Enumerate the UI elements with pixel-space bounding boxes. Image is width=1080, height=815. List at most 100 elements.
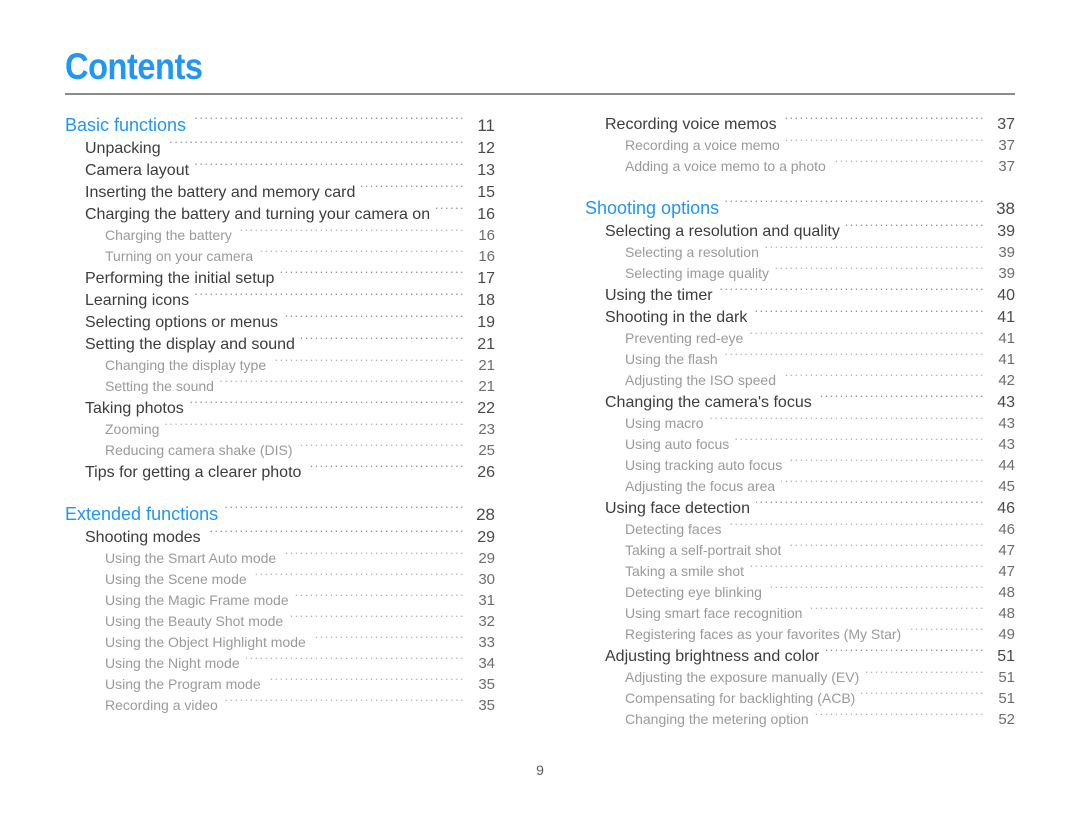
toc-entry[interactable]: Using face detection 46 xyxy=(605,497,1015,519)
toc-entry-label: Camera layout xyxy=(85,162,190,179)
toc-entry[interactable]: Turning on your camera 16 xyxy=(105,246,495,267)
toc-entry-label: Changing the camera's focus xyxy=(605,394,812,411)
toc-section-entry[interactable]: Extended functions 28 xyxy=(65,502,495,526)
toc-entry[interactable]: Using the Program mode 35 xyxy=(105,674,495,695)
toc-entry[interactable]: Learning icons 18 xyxy=(85,289,495,311)
toc-entry[interactable]: Using the Beauty Shot mode 32 xyxy=(105,611,495,632)
toc-entry-label: Using the Magic Frame mode xyxy=(105,592,289,608)
toc-entry[interactable]: Reducing camera shake (DIS) 25 xyxy=(105,440,495,461)
toc-entry[interactable]: Zooming 23 xyxy=(105,419,495,440)
dot-leader xyxy=(267,675,465,689)
toc-entry-page-number: 15 xyxy=(477,184,495,201)
toc-entry[interactable]: Selecting image quality 39 xyxy=(625,263,1015,284)
toc-entry[interactable]: Adjusting the ISO speed 42 xyxy=(625,370,1015,391)
toc-section-entry[interactable]: Shooting options 38 xyxy=(585,196,1015,220)
dot-leader xyxy=(284,311,465,327)
dot-leader xyxy=(282,549,465,563)
toc-entry[interactable]: Using the Object Highlight mode 33 xyxy=(105,632,495,653)
toc-entry[interactable]: Compensating for backlighting (ACB) 51 xyxy=(625,688,1015,709)
toc-entry-label: Detecting eye blinking xyxy=(625,584,762,600)
toc-entry[interactable]: Detecting eye blinking 48 xyxy=(625,582,1015,603)
toc-entry[interactable]: Selecting a resolution and quality 39 xyxy=(605,220,1015,242)
toc-entry[interactable]: Shooting in the dark 41 xyxy=(605,306,1015,328)
toc-entry-label: Unpacking xyxy=(85,140,161,157)
toc-entry-label: Setting the display and sound xyxy=(85,336,295,353)
toc-entry[interactable]: Using the flash 41 xyxy=(625,349,1015,370)
toc-entry[interactable]: Using the Smart Auto mode 29 xyxy=(105,548,495,569)
dot-leader xyxy=(710,414,985,428)
toc-entry[interactable]: Recording a voice memo 37 xyxy=(625,135,1015,156)
toc-entry[interactable]: Changing the camera's focus 43 xyxy=(605,391,1015,413)
toc-entry-page-number: 47 xyxy=(998,563,1015,580)
dot-leader xyxy=(207,526,465,542)
toc-entry-label: Shooting options xyxy=(585,198,720,218)
toc-entry-label: Using auto focus xyxy=(625,436,730,452)
toc-entry-label: Using the Program mode xyxy=(105,676,261,692)
toc-entry[interactable]: Adjusting the exposure manually (EV) 51 xyxy=(625,667,1015,688)
toc-entry-page-number: 37 xyxy=(998,137,1015,154)
toc-entry[interactable]: Setting the display and sound 21 xyxy=(85,333,495,355)
toc-entry[interactable]: Selecting a resolution 39 xyxy=(625,242,1015,263)
toc-entry-page-number: 33 xyxy=(478,634,495,651)
dot-leader xyxy=(781,477,985,491)
toc-entry[interactable]: Detecting faces 46 xyxy=(625,519,1015,540)
toc-entry-page-number: 46 xyxy=(998,521,1015,538)
toc-section-entry[interactable]: Basic functions 11 xyxy=(65,113,495,137)
toc-entry-page-number: 48 xyxy=(998,605,1015,622)
toc-entry[interactable]: Taking photos 22 xyxy=(85,397,495,419)
toc-entry-page-number: 16 xyxy=(477,206,495,223)
toc-entry[interactable]: Registering faces as your favorites (My … xyxy=(625,624,1015,645)
toc-entry[interactable]: Taking a self-portrait shot 47 xyxy=(625,540,1015,561)
toc-entry-page-number: 39 xyxy=(998,244,1015,261)
toc-entry[interactable]: Performing the initial setup 17 xyxy=(85,267,495,289)
toc-entry-label: Recording a video xyxy=(105,697,218,713)
toc-entry[interactable]: Taking a smile shot 47 xyxy=(625,561,1015,582)
contents-page: Contents Basic functions 11 Unpacking 12 Cam… xyxy=(0,0,1080,815)
dot-leader xyxy=(832,157,985,171)
toc-entry[interactable]: Tips for getting a clearer photo 26 xyxy=(85,461,495,483)
toc-entry[interactable]: Charging the battery 16 xyxy=(105,225,495,246)
toc-entry-page-number: 41 xyxy=(998,330,1015,347)
toc-entry[interactable]: Using smart face recognition 48 xyxy=(625,603,1015,624)
toc-entry[interactable]: Using tracking auto focus 44 xyxy=(625,455,1015,476)
dot-leader xyxy=(753,306,985,322)
dot-leader xyxy=(312,633,465,647)
toc-entry[interactable]: Preventing red-eye 41 xyxy=(625,328,1015,349)
toc-entry[interactable]: Changing the display type 21 xyxy=(105,355,495,376)
toc-entry[interactable]: Adjusting the focus area 45 xyxy=(625,476,1015,497)
dot-leader xyxy=(765,243,985,257)
title-divider xyxy=(65,93,1015,95)
toc-entry[interactable]: Unpacking 12 xyxy=(85,137,495,159)
toc-entry[interactable]: Setting the sound 21 xyxy=(105,376,495,397)
toc-entry[interactable]: Using the Scene mode 30 xyxy=(105,569,495,590)
toc-entry[interactable]: Shooting modes 29 xyxy=(85,526,495,548)
toc-entry-label: Taking a self-portrait shot xyxy=(625,542,782,558)
toc-entry-label: Selecting image quality xyxy=(625,265,769,281)
toc-entry-label: Selecting options or menus xyxy=(85,314,278,331)
dot-leader xyxy=(728,520,986,534)
toc-entry-page-number: 13 xyxy=(477,162,495,179)
toc-entry[interactable]: Using the Magic Frame mode 31 xyxy=(105,590,495,611)
toc-entry[interactable]: Charging the battery and turning your ca… xyxy=(85,203,495,225)
toc-entry-page-number: 26 xyxy=(477,464,495,481)
toc-entry-page-number: 19 xyxy=(477,314,495,331)
toc-entry-label: Using the Scene mode xyxy=(105,571,247,587)
toc-entry[interactable]: Inserting the battery and memory card 15 xyxy=(85,181,495,203)
dot-leader xyxy=(165,420,465,434)
toc-entry-page-number: 25 xyxy=(478,442,495,459)
toc-entry[interactable]: Adding a voice memo to a photo 37 xyxy=(625,156,1015,177)
toc-entry[interactable]: Camera layout 13 xyxy=(85,159,495,181)
toc-entry[interactable]: Using the timer 40 xyxy=(605,284,1015,306)
toc-entry[interactable]: Selecting options or menus 19 xyxy=(85,311,495,333)
toc-entry[interactable]: Recording voice memos 37 xyxy=(605,113,1015,135)
toc-entry-label: Using face detection xyxy=(605,500,750,517)
toc-entry[interactable]: Using the Night mode 34 xyxy=(105,653,495,674)
dot-leader xyxy=(289,612,465,626)
toc-entry-label: Recording voice memos xyxy=(605,116,777,133)
toc-entry[interactable]: Adjusting brightness and color 51 xyxy=(605,645,1015,667)
toc-entry[interactable]: Using macro 43 xyxy=(625,413,1015,434)
toc-entry[interactable]: Changing the metering option 52 xyxy=(625,709,1015,730)
toc-entry[interactable]: Using auto focus 43 xyxy=(625,434,1015,455)
toc-entry-page-number: 29 xyxy=(477,529,495,546)
toc-entry[interactable]: Recording a video 35 xyxy=(105,695,495,716)
